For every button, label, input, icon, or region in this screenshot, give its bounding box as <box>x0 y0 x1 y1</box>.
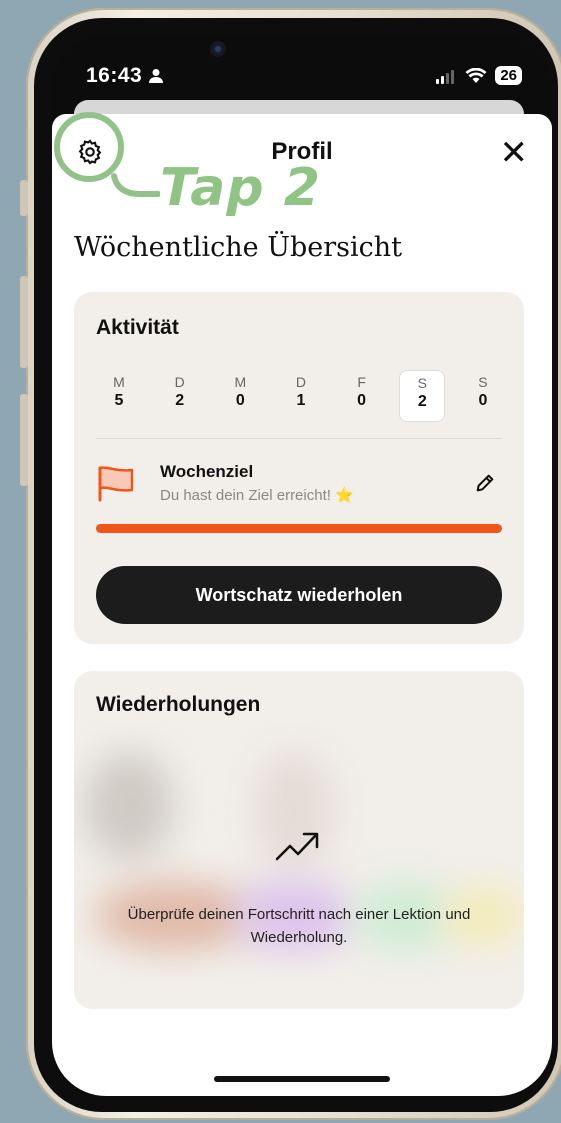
day-sat-current: S2 <box>399 370 446 422</box>
day-label: D <box>174 374 185 390</box>
day-wed: M0 <box>217 370 263 422</box>
close-icon[interactable]: ✕ <box>500 136 529 170</box>
phone-screen: 16:43 26 Tap 2 Profil ✕ Wöchentliche Übe… <box>52 34 552 1096</box>
reviews-title: Wiederholungen <box>96 693 261 716</box>
volume-up-button <box>20 276 28 368</box>
battery-indicator: 26 <box>495 66 522 85</box>
day-label: F <box>357 374 366 390</box>
weekly-goal-row: Wochenziel Du hast dein Ziel erreicht! ⭐ <box>96 462 502 512</box>
day-tue: D2 <box>157 370 203 422</box>
day-value: 0 <box>357 392 367 409</box>
weekly-overview-heading: Wöchentliche Übersicht <box>74 232 403 263</box>
day-mon: M5 <box>96 370 142 422</box>
wifi-icon <box>465 67 487 83</box>
divider <box>96 438 502 439</box>
day-value: 5 <box>114 392 124 409</box>
tap-pointer-curve <box>111 173 160 197</box>
pencil-icon[interactable] <box>474 472 496 494</box>
day-label: D <box>295 374 307 390</box>
goal-title: Wochenziel <box>160 462 254 481</box>
decorative-blob <box>84 751 174 861</box>
day-value: 1 <box>296 392 306 409</box>
activity-card: Aktivität M5 D2 M0 D1 F0 S2 S0 Wochenzie… <box>74 292 524 644</box>
mute-switch <box>20 180 28 216</box>
day-value: 0 <box>478 392 488 409</box>
day-row: M5 D2 M0 D1 F0 S2 S0 <box>96 370 506 422</box>
goal-subtitle: Du hast dein Ziel erreicht! ⭐ <box>160 487 354 504</box>
status-time: 16:43 <box>86 64 164 88</box>
status-bar: 16:43 26 <box>52 60 552 94</box>
reviews-card: Wiederholungen Überprüfe deinen Fortschr… <box>74 671 524 1009</box>
activity-title: Aktivität <box>96 316 179 339</box>
signal-icon <box>436 69 455 84</box>
person-icon <box>149 69 164 84</box>
profile-sheet: Tap 2 Profil ✕ Wöchentliche Übersicht Ak… <box>52 112 552 1096</box>
day-value: 2 <box>417 393 427 410</box>
day-sun: S0 <box>460 370 506 422</box>
day-label: S <box>417 375 427 391</box>
day-label: M <box>234 374 247 390</box>
home-indicator[interactable] <box>214 1076 390 1082</box>
volume-down-button <box>20 394 28 486</box>
day-fri: F0 <box>339 370 385 422</box>
tap-annotation: Tap 2 <box>160 158 321 218</box>
sheet-header: Tap 2 Profil ✕ <box>52 112 552 218</box>
day-label: S <box>478 374 488 390</box>
status-time-label: 16:43 <box>86 64 143 87</box>
reviews-description: Überprüfe deinen Fortschritt nach einer … <box>127 906 471 946</box>
goal-progress-fill <box>96 524 502 533</box>
day-value: 2 <box>175 392 185 409</box>
status-icons: 26 <box>435 66 522 85</box>
day-label: M <box>113 374 125 390</box>
page-title: Profil <box>271 138 333 165</box>
front-camera <box>210 41 226 57</box>
flag-icon <box>98 466 134 502</box>
review-vocabulary-button[interactable]: Wortschatz wiederholen <box>96 566 502 624</box>
day-thu: D1 <box>278 370 324 422</box>
day-value: 0 <box>235 392 245 409</box>
trending-up-icon <box>275 832 319 861</box>
goal-progress-bar <box>96 524 502 533</box>
